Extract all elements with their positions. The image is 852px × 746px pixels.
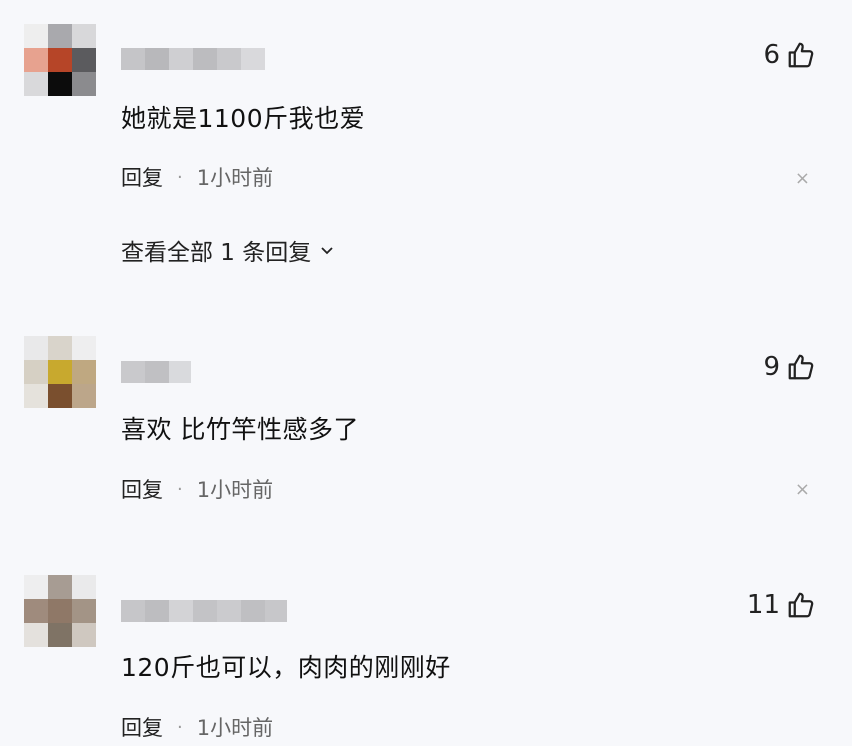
reply-button[interactable]: 回复 [121, 712, 163, 742]
separator-dot: · [177, 166, 183, 188]
like-button[interactable]: 9 [763, 352, 816, 382]
avatar[interactable] [24, 24, 96, 96]
like-button[interactable]: 11 [747, 590, 816, 620]
comment-text: 120斤也可以，肉肉的刚刚好 [121, 653, 451, 682]
reply-button[interactable]: 回复 [121, 474, 163, 504]
avatar[interactable] [24, 336, 96, 408]
separator-dot: · [177, 716, 183, 738]
timestamp: 1小时前 [196, 166, 274, 190]
separator-dot: · [177, 478, 183, 500]
reply-button[interactable]: 回复 [121, 162, 163, 192]
view-all-label: 查看全部 1 条回复 [121, 240, 312, 266]
close-icon[interactable]: × [795, 168, 810, 189]
comment-meta: 回复 · 1小时前 [121, 162, 273, 192]
username-blurred[interactable] [121, 361, 191, 383]
like-count: 6 [763, 40, 780, 70]
like-count: 9 [763, 352, 780, 382]
timestamp: 1小时前 [196, 478, 274, 502]
like-count: 11 [746, 590, 780, 620]
like-button[interactable]: 6 [763, 40, 816, 70]
thumbs-up-icon [788, 42, 814, 68]
comment-meta: 回复 · 1小时前 [121, 474, 273, 504]
comment-text: 喜欢 比竹竿性感多了 [121, 415, 359, 444]
username-blurred[interactable] [121, 48, 265, 70]
comment-meta: 回复 · 1小时前 [121, 712, 273, 742]
view-all-replies-button[interactable]: 查看全部 1 条回复 [121, 233, 335, 267]
chevron-down-icon [321, 247, 333, 255]
comment-text: 她就是1100斤我也爱 [121, 104, 366, 133]
username-blurred[interactable] [121, 600, 287, 622]
thumbs-up-icon [788, 592, 814, 618]
avatar[interactable] [24, 575, 96, 647]
thumbs-up-icon [788, 354, 814, 380]
timestamp: 1小时前 [196, 716, 274, 740]
close-icon[interactable]: × [795, 479, 810, 500]
